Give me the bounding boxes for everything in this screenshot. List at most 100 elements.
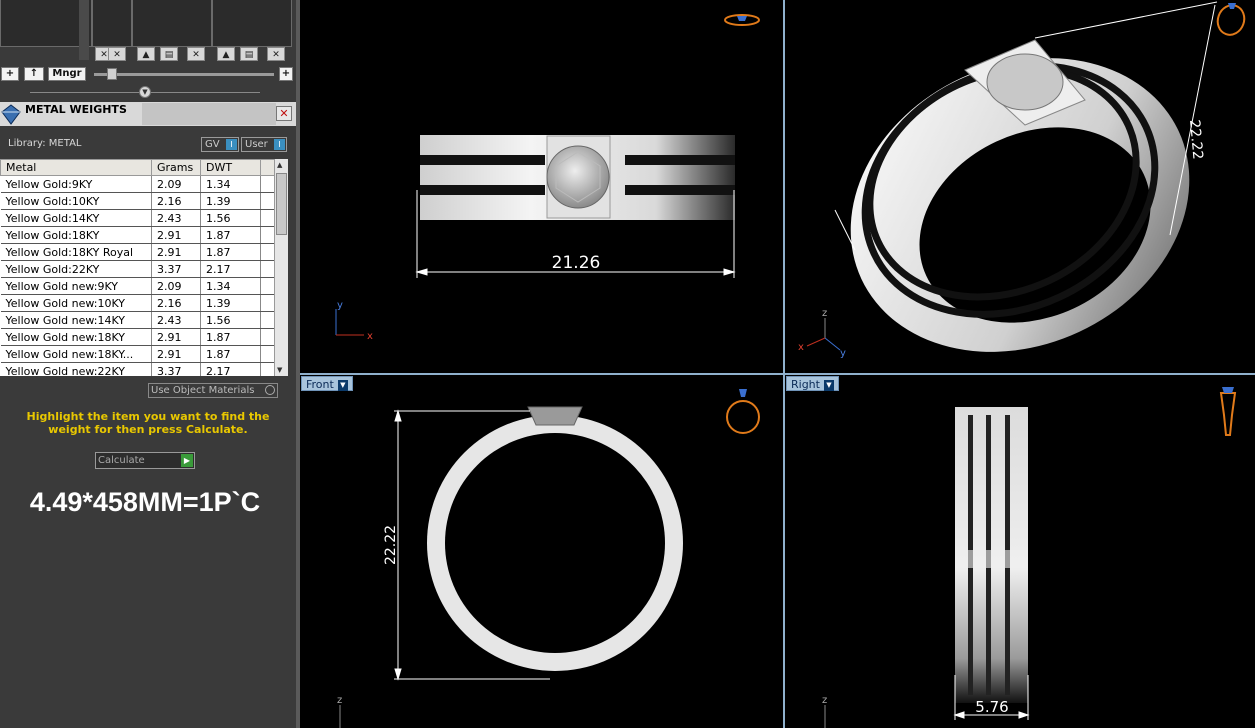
load-icon[interactable]: ▲ bbox=[137, 47, 155, 61]
viewport-label-right[interactable]: Right ▼ bbox=[786, 376, 839, 391]
viewport-top[interactable]: 21.26 y x bbox=[300, 0, 783, 373]
metal-cell[interactable]: Yellow Gold:18KY Royal bbox=[0, 243, 152, 261]
grams-cell[interactable]: 2.09 bbox=[151, 175, 201, 193]
collapse-toggle-icon[interactable]: ▼ bbox=[139, 86, 151, 98]
metal-cell[interactable]: Yellow Gold new:18KY... bbox=[0, 345, 152, 363]
dwt-cell[interactable]: 2.17 bbox=[200, 362, 261, 376]
dwt-cell[interactable]: 1.87 bbox=[200, 243, 261, 261]
thumbnail-slot[interactable] bbox=[92, 0, 132, 47]
metal-cell[interactable]: Yellow Gold:14KY bbox=[0, 209, 152, 227]
metal-cell[interactable]: Yellow Gold:18KY bbox=[0, 226, 152, 244]
metal-cell[interactable]: Yellow Gold new:14KY bbox=[0, 311, 152, 329]
chevron-down-icon[interactable]: ▼ bbox=[337, 379, 348, 391]
grams-cell[interactable]: 3.37 bbox=[151, 362, 201, 376]
thumbnail-slot[interactable] bbox=[212, 0, 292, 47]
table-row[interactable]: Yellow Gold:9KY 2.09 1.34 bbox=[0, 175, 274, 193]
dimension-label: 22.22 bbox=[1186, 119, 1205, 160]
table-row[interactable]: Yellow Gold new:9KY 2.09 1.34 bbox=[0, 277, 274, 295]
chevron-down-icon[interactable]: ▼ bbox=[823, 379, 834, 391]
delete-icon[interactable]: ✕ bbox=[267, 47, 285, 61]
panel-title: METAL WEIGHTS bbox=[25, 103, 127, 116]
move-up-button[interactable]: ↑ bbox=[24, 67, 44, 81]
viewport-perspective[interactable]: 22.22 z x y bbox=[785, 0, 1255, 373]
dwt-cell[interactable]: 1.34 bbox=[200, 277, 261, 295]
dwt-cell[interactable]: 2.17 bbox=[200, 260, 261, 278]
grams-cell[interactable]: 3.37 bbox=[151, 260, 201, 278]
dwt-cell[interactable]: 1.34 bbox=[200, 175, 261, 193]
viewport-label-text: Front bbox=[306, 378, 334, 391]
zoom-plus-button[interactable]: + bbox=[279, 67, 293, 81]
table-row[interactable]: Yellow Gold:14KY 2.43 1.56 bbox=[0, 209, 274, 227]
metal-cell[interactable]: Yellow Gold new:22KY bbox=[0, 362, 152, 376]
save-icon[interactable]: ▤ bbox=[160, 47, 178, 61]
table-row[interactable]: Yellow Gold new:10KY 2.16 1.39 bbox=[0, 294, 274, 312]
ring-view-icon[interactable] bbox=[1219, 387, 1237, 436]
table-row[interactable]: Yellow Gold:18KY Royal 2.91 1.87 bbox=[0, 243, 274, 261]
zoom-slider[interactable] bbox=[94, 73, 274, 76]
dwt-cell[interactable]: 1.87 bbox=[200, 345, 261, 363]
viewport-front[interactable]: Front ▼ 22.22 z bbox=[300, 375, 783, 728]
table-row[interactable]: Yellow Gold new:18KY 2.91 1.87 bbox=[0, 328, 274, 346]
table-row[interactable]: Yellow Gold:18KY 2.91 1.87 bbox=[0, 226, 274, 244]
dwt-cell[interactable]: 1.39 bbox=[200, 294, 261, 312]
row-spacer bbox=[260, 345, 274, 363]
table-row[interactable]: Yellow Gold new:14KY 2.43 1.56 bbox=[0, 311, 274, 329]
dwt-cell[interactable]: 1.87 bbox=[200, 226, 261, 244]
thumbnail-scrollbar[interactable] bbox=[79, 0, 89, 60]
zoom-slider-handle[interactable] bbox=[107, 68, 117, 80]
table-row[interactable]: Yellow Gold new:18KY... 2.91 1.87 bbox=[0, 345, 274, 363]
grams-cell[interactable]: 2.43 bbox=[151, 311, 201, 329]
grams-cell[interactable]: 2.16 bbox=[151, 294, 201, 312]
ring-view-icon[interactable] bbox=[1214, 1, 1249, 38]
dwt-cell[interactable]: 1.39 bbox=[200, 192, 261, 210]
close-icon[interactable]: ✕ bbox=[276, 106, 292, 121]
grams-cell[interactable]: 2.09 bbox=[151, 277, 201, 295]
column-header-dwt[interactable]: DWT bbox=[200, 159, 261, 176]
grams-cell[interactable]: 2.91 bbox=[151, 328, 201, 346]
grams-cell[interactable]: 2.91 bbox=[151, 226, 201, 244]
delete-icon[interactable]: ✕ bbox=[108, 47, 126, 61]
row-spacer bbox=[260, 311, 274, 329]
save-icon[interactable]: ▤ bbox=[240, 47, 258, 61]
grams-cell[interactable]: 2.16 bbox=[151, 192, 201, 210]
use-object-materials-button[interactable]: Use Object Materials bbox=[148, 383, 278, 398]
metal-cell[interactable]: Yellow Gold:10KY bbox=[0, 192, 152, 210]
user-toggle[interactable]: User I bbox=[241, 137, 287, 152]
table-row[interactable]: Yellow Gold:10KY 2.16 1.39 bbox=[0, 192, 274, 210]
metal-cell[interactable]: Yellow Gold:22KY bbox=[0, 260, 152, 278]
column-header-grams[interactable]: Grams bbox=[151, 159, 201, 176]
scrollbar-thumb[interactable] bbox=[276, 173, 287, 235]
add-button[interactable]: + bbox=[1, 67, 19, 81]
calculate-button[interactable]: Calculate ▶ bbox=[95, 452, 195, 469]
dwt-cell[interactable]: 1.56 bbox=[200, 209, 261, 227]
table-row[interactable]: Yellow Gold:22KY 3.37 2.17 bbox=[0, 260, 274, 278]
metal-cell[interactable]: Yellow Gold new:9KY bbox=[0, 277, 152, 295]
ring-view-icon[interactable] bbox=[724, 14, 760, 26]
manager-button[interactable]: Mngr bbox=[48, 67, 86, 81]
grams-cell[interactable]: 2.43 bbox=[151, 209, 201, 227]
table-scrollbar[interactable]: ▲ ▼ bbox=[274, 159, 288, 376]
ring-front-model bbox=[427, 406, 683, 671]
scroll-up-icon[interactable]: ▲ bbox=[277, 161, 282, 169]
grams-cell[interactable]: 2.91 bbox=[151, 243, 201, 261]
table-row[interactable]: Yellow Gold new:22KY 3.37 2.17 bbox=[0, 362, 274, 376]
scroll-down-icon[interactable]: ▼ bbox=[277, 366, 282, 374]
metal-cell[interactable]: Yellow Gold new:18KY bbox=[0, 328, 152, 346]
viewport-label-front[interactable]: Front ▼ bbox=[301, 376, 353, 391]
gv-toggle[interactable]: GV I bbox=[201, 137, 239, 152]
thumbnail-slot[interactable] bbox=[132, 0, 212, 47]
metal-cell[interactable]: Yellow Gold:9KY bbox=[0, 175, 152, 193]
delete-icon[interactable]: ✕ bbox=[187, 47, 205, 61]
front-view-canvas: 22.22 z bbox=[337, 389, 760, 728]
axis-gizmo: z bbox=[337, 695, 342, 728]
dwt-cell[interactable]: 1.56 bbox=[200, 311, 261, 329]
grams-cell[interactable]: 2.91 bbox=[151, 345, 201, 363]
ring-view-icon[interactable] bbox=[726, 389, 760, 434]
column-header-metal[interactable]: Metal bbox=[0, 159, 152, 176]
metal-cell[interactable]: Yellow Gold new:10KY bbox=[0, 294, 152, 312]
dwt-cell[interactable]: 1.87 bbox=[200, 328, 261, 346]
viewport-right[interactable]: Right ▼ 5.76 z bbox=[785, 375, 1255, 728]
use-object-materials-label: Use Object Materials bbox=[151, 385, 255, 396]
result-annotation: 4.49*458MM=1P`C bbox=[29, 487, 261, 517]
load-icon[interactable]: ▲ bbox=[217, 47, 235, 61]
